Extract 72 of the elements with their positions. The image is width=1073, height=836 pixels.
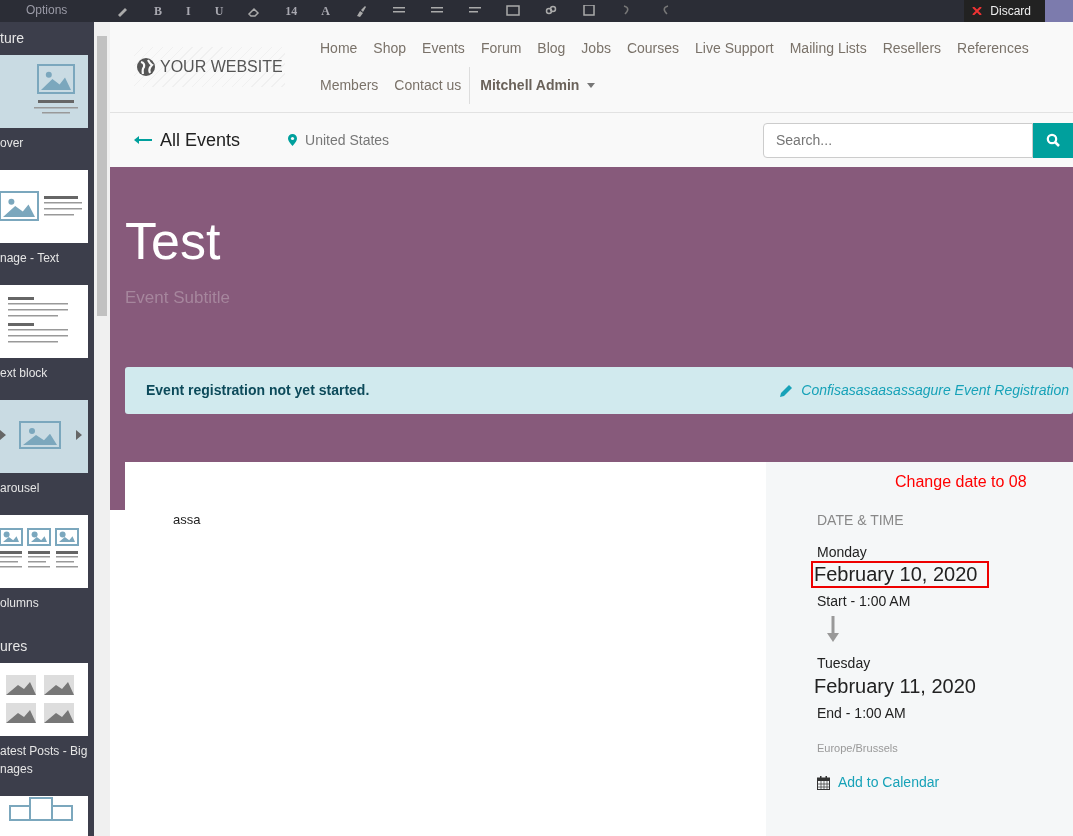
discard-button[interactable]: Discard <box>964 0 1045 22</box>
snippet-label: arousel <box>0 480 41 497</box>
nav-link[interactable]: References <box>949 30 1037 67</box>
event-description: assa <box>173 512 201 527</box>
close-icon <box>972 7 983 15</box>
search-icon <box>1046 133 1060 147</box>
format-button[interactable]: I <box>186 1 191 21</box>
pen-icon[interactable] <box>116 5 130 17</box>
snippet-label: atest Posts - Big nages <box>0 743 89 778</box>
options-tab[interactable]: Options <box>0 0 100 22</box>
search-button[interactable] <box>1033 122 1073 158</box>
pencil-icon <box>780 383 794 397</box>
add-to-calendar-link[interactable]: Add to Calendar <box>817 772 1073 794</box>
nav-link[interactable]: Jobs <box>573 30 619 67</box>
nav-link[interactable]: Blog <box>529 30 574 67</box>
nav-link[interactable]: Resellers <box>874 30 950 67</box>
user-menu[interactable]: Mitchell Admin <box>469 67 606 104</box>
arrow-left-icon <box>134 136 152 144</box>
date-text: February 11, 2020 <box>813 673 977 699</box>
format-button[interactable]: A <box>321 1 331 21</box>
annotation-text: Change date to 08 <box>895 472 1028 492</box>
nav-link[interactable]: Shop <box>365 30 415 67</box>
location-text: United States <box>305 130 390 150</box>
time-text: End - 1:00 AM <box>817 703 907 722</box>
section-title: ures <box>0 637 29 656</box>
logo-text: YOUR WEBSITE <box>160 57 283 77</box>
scrollbar-thumb[interactable] <box>97 36 107 316</box>
carousel-thumbnail[interactable] <box>0 400 88 473</box>
section-title: ture <box>0 29 26 48</box>
nav-link[interactable]: Courses <box>618 30 688 67</box>
map-pin-icon <box>288 134 298 146</box>
panel-heading: DATE & TIME <box>817 511 905 530</box>
brush-icon[interactable] <box>354 5 369 17</box>
globe-icon <box>136 57 156 77</box>
table-icon[interactable] <box>506 5 521 17</box>
configure-link[interactable]: Confisasasaasassagure Event Registration <box>801 379 1069 401</box>
nav-link[interactable]: Live Support <box>687 30 782 67</box>
nav-link[interactable]: Home <box>312 30 366 67</box>
calendar-icon <box>817 775 830 790</box>
alert-message: Event registration not yet started. <box>146 380 370 400</box>
nav-link[interactable]: Members <box>312 67 387 104</box>
text-block-thumbnail[interactable] <box>0 285 88 358</box>
snippet-label: nage - Text <box>0 250 61 267</box>
format-button[interactable]: B <box>154 1 162 21</box>
search-field[interactable]: Search... <box>763 122 1033 158</box>
back-link[interactable]: All Events <box>134 126 241 154</box>
highlighted-date: February 10, 2020 <box>811 561 990 589</box>
image-text-thumbnail[interactable] <box>0 170 88 243</box>
timezone-text: Europe/Brussels <box>817 740 899 756</box>
snippet-label: olumns <box>0 595 40 612</box>
time-text: Start - 1:00 AM <box>817 592 912 611</box>
font-size-dropdown[interactable]: 14 <box>285 1 298 21</box>
arrow-down-icon <box>827 616 839 643</box>
eraser-icon[interactable] <box>247 5 262 17</box>
scrollbar[interactable] <box>94 22 110 836</box>
caret-icon <box>587 83 596 88</box>
nav-link[interactable]: Forum <box>472 30 530 67</box>
snippet-label: ext block <box>0 365 49 382</box>
columns-thumbnail[interactable] <box>0 515 88 588</box>
nav-link[interactable]: Contact us <box>386 67 470 104</box>
image-icon[interactable] <box>582 5 597 17</box>
event-title: Test <box>125 215 222 267</box>
cover-thumbnail[interactable] <box>0 55 88 128</box>
website-logo[interactable]: YOUR WEBSITE <box>134 47 285 87</box>
nav-link[interactable]: Mailing Lists <box>781 30 875 67</box>
link-icon[interactable] <box>544 5 559 17</box>
format-button[interactable]: U <box>214 1 224 21</box>
weekday-text: Monday <box>817 543 868 562</box>
weekday-text: Tuesday <box>817 654 872 673</box>
posts-thumbnail[interactable] <box>0 663 88 736</box>
nav-link[interactable]: Events <box>414 30 473 67</box>
snippet-label: over <box>0 135 25 152</box>
